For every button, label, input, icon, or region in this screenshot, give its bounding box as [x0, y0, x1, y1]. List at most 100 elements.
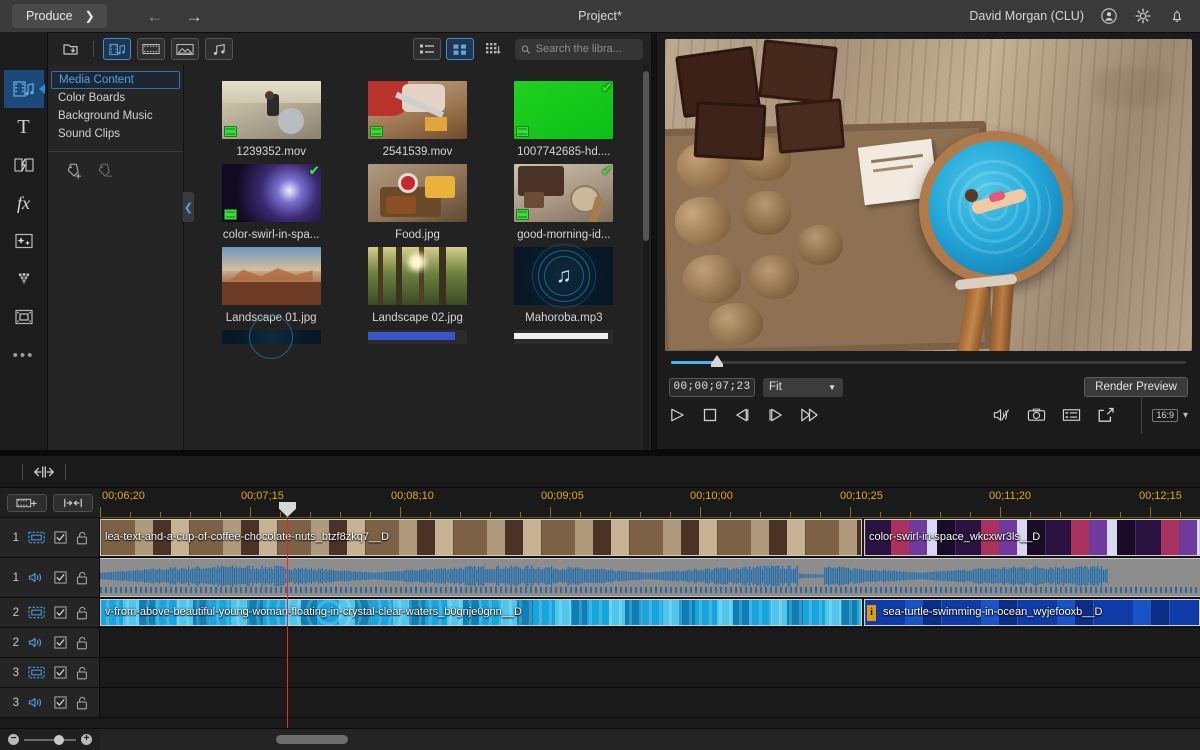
- track-lane-a2[interactable]: [100, 628, 1200, 657]
- checkbox-checked-icon[interactable]: [54, 696, 67, 709]
- unlocked-padlock-icon[interactable]: [76, 636, 88, 650]
- media-item[interactable]: ♫ Mahoroba.mp3: [491, 247, 637, 324]
- preview-timecode[interactable]: 00;00;07;23: [669, 378, 755, 397]
- camera-icon[interactable]: [1027, 407, 1046, 423]
- checkbox-checked-icon[interactable]: [54, 606, 67, 619]
- tag-add-icon[interactable]: [66, 162, 84, 180]
- scrubber-handle[interactable]: [711, 355, 723, 364]
- sidebar-item-templates[interactable]: [4, 298, 44, 336]
- clip-video-2a[interactable]: v-from-above-beautiful-young-woman-float…: [100, 599, 862, 626]
- add-track-button[interactable]: [7, 494, 47, 512]
- account-circle-icon[interactable]: [1100, 7, 1118, 25]
- audio-track-icon[interactable]: [28, 571, 45, 584]
- track-lane-v3[interactable]: [100, 658, 1200, 687]
- media-item[interactable]: Landscape 02.jpg: [344, 247, 490, 324]
- media-item[interactable]: Food.jpg: [344, 164, 490, 241]
- unlocked-padlock-icon[interactable]: [76, 666, 88, 680]
- speaker-muted-icon[interactable]: [992, 407, 1011, 423]
- gear-icon[interactable]: [1134, 7, 1152, 25]
- zoom-slider-track[interactable]: [24, 739, 76, 741]
- media-item[interactable]: ✔ color-swirl-in-spa...: [198, 164, 344, 241]
- media-item[interactable]: 1239352.mov: [198, 81, 344, 158]
- timeline-hscrollbar-thumb[interactable]: [276, 735, 348, 744]
- zoom-slider-handle[interactable]: [54, 735, 64, 745]
- zoom-fit-select[interactable]: Fit ▼: [763, 378, 843, 397]
- media-item[interactable]: Landscape 01.jpg: [198, 247, 344, 324]
- unlocked-padlock-icon[interactable]: [76, 531, 88, 545]
- library-scrollbar-thumb[interactable]: [643, 71, 649, 241]
- aspect-ratio-select[interactable]: 16:9 ▾: [1141, 396, 1188, 434]
- next-frame-icon[interactable]: [767, 407, 784, 423]
- track-header-a3[interactable]: 3: [0, 688, 100, 717]
- preview-scrubber[interactable]: [671, 361, 1186, 364]
- media-item[interactable]: 2541539.mov: [344, 81, 490, 158]
- render-preview-button[interactable]: Render Preview: [1084, 377, 1188, 397]
- fast-forward-icon[interactable]: [800, 407, 819, 423]
- list-view-button[interactable]: [413, 38, 441, 60]
- track-header-v3[interactable]: 3: [0, 658, 100, 687]
- filter-video-button[interactable]: [137, 38, 165, 60]
- audio-track-icon[interactable]: [28, 636, 45, 649]
- track-lane-a3[interactable]: [100, 688, 1200, 717]
- track-lane-a1[interactable]: [100, 558, 1200, 597]
- filter-all-media-button[interactable]: [103, 38, 131, 60]
- info-list-icon[interactable]: [1062, 407, 1081, 423]
- media-item[interactable]: ✔ 1007742685-hd....: [491, 81, 637, 158]
- bell-icon[interactable]: [1168, 7, 1186, 25]
- clip-video-1b[interactable]: color-swirl-in-space_wkcxwr3ls__D: [864, 519, 1200, 556]
- sidebar-item-overlays[interactable]: [4, 222, 44, 260]
- snap-marker-button[interactable]: [53, 494, 93, 512]
- tag-remove-icon[interactable]: [97, 162, 115, 180]
- play-icon[interactable]: [669, 407, 686, 423]
- track-header-a1[interactable]: 1: [0, 558, 100, 597]
- unlocked-padlock-icon[interactable]: [76, 606, 88, 620]
- sidebar-item-particles[interactable]: [4, 260, 44, 298]
- sidebar-item-sound-clips[interactable]: Sound Clips: [51, 125, 180, 143]
- track-lane-v1[interactable]: lea-text-and-a-cup-of-coffee-chocolate-n…: [100, 518, 1200, 557]
- media-item[interactable]: [198, 330, 344, 344]
- track-lane-v2[interactable]: v-from-above-beautiful-young-woman-float…: [100, 598, 1200, 627]
- timeline-hscrollbar-track[interactable]: [100, 729, 1200, 750]
- arrow-right-icon[interactable]: →: [186, 8, 203, 25]
- search-input[interactable]: [536, 43, 637, 55]
- import-media-icon[interactable]: [56, 38, 84, 60]
- sidebar-item-effects[interactable]: fx: [4, 184, 44, 222]
- zoom-in-button[interactable]: +: [81, 734, 92, 745]
- clip-video-1a[interactable]: lea-text-and-a-cup-of-coffee-chocolate-n…: [100, 519, 862, 556]
- checkbox-checked-icon[interactable]: [54, 666, 67, 679]
- sidebar-item-color-boards[interactable]: Color Boards: [51, 89, 180, 107]
- track-header-v2[interactable]: 2: [0, 598, 100, 627]
- filter-audio-button[interactable]: [205, 38, 233, 60]
- checkbox-checked-icon[interactable]: [54, 531, 67, 544]
- split-clip-button[interactable]: [23, 459, 65, 485]
- checkbox-checked-icon[interactable]: [54, 636, 67, 649]
- media-item[interactable]: [344, 330, 490, 344]
- arrow-left-icon[interactable]: ←: [147, 8, 164, 25]
- open-external-icon[interactable]: [1097, 407, 1115, 423]
- clip-video-2b[interactable]: i sea-turtle-swimming-in-ocean_wyjefooxb…: [864, 599, 1200, 626]
- prev-frame-icon[interactable]: [734, 407, 751, 423]
- sidebar-item-titles[interactable]: T: [4, 108, 44, 146]
- media-item[interactable]: ✔ good-morning-id...: [491, 164, 637, 241]
- sidebar-item-more[interactable]: •••: [4, 336, 44, 374]
- sidebar-item-media-library[interactable]: [4, 70, 44, 108]
- media-item[interactable]: [491, 330, 637, 344]
- video-track-icon[interactable]: [28, 606, 45, 619]
- zoom-out-button[interactable]: −: [8, 734, 19, 745]
- clip-info-badge[interactable]: i: [867, 605, 876, 621]
- unlocked-padlock-icon[interactable]: [76, 696, 88, 710]
- sort-grid-icon[interactable]: [479, 38, 507, 60]
- track-header-v1[interactable]: 1: [0, 518, 100, 557]
- grid-view-button[interactable]: [446, 38, 474, 60]
- stop-icon[interactable]: [702, 407, 718, 423]
- search-field[interactable]: [515, 39, 643, 60]
- video-track-icon[interactable]: [28, 666, 45, 679]
- collapse-sidebar-button[interactable]: ❮: [183, 192, 194, 222]
- track-header-a2[interactable]: 2: [0, 628, 100, 657]
- filter-image-button[interactable]: [171, 38, 199, 60]
- sidebar-item-media-content[interactable]: Media Content: [51, 71, 180, 89]
- checkbox-checked-icon[interactable]: [54, 571, 67, 584]
- video-track-icon[interactable]: [28, 531, 45, 544]
- clip-audio-1[interactable]: [100, 558, 1200, 597]
- playhead-handle[interactable]: [279, 502, 296, 517]
